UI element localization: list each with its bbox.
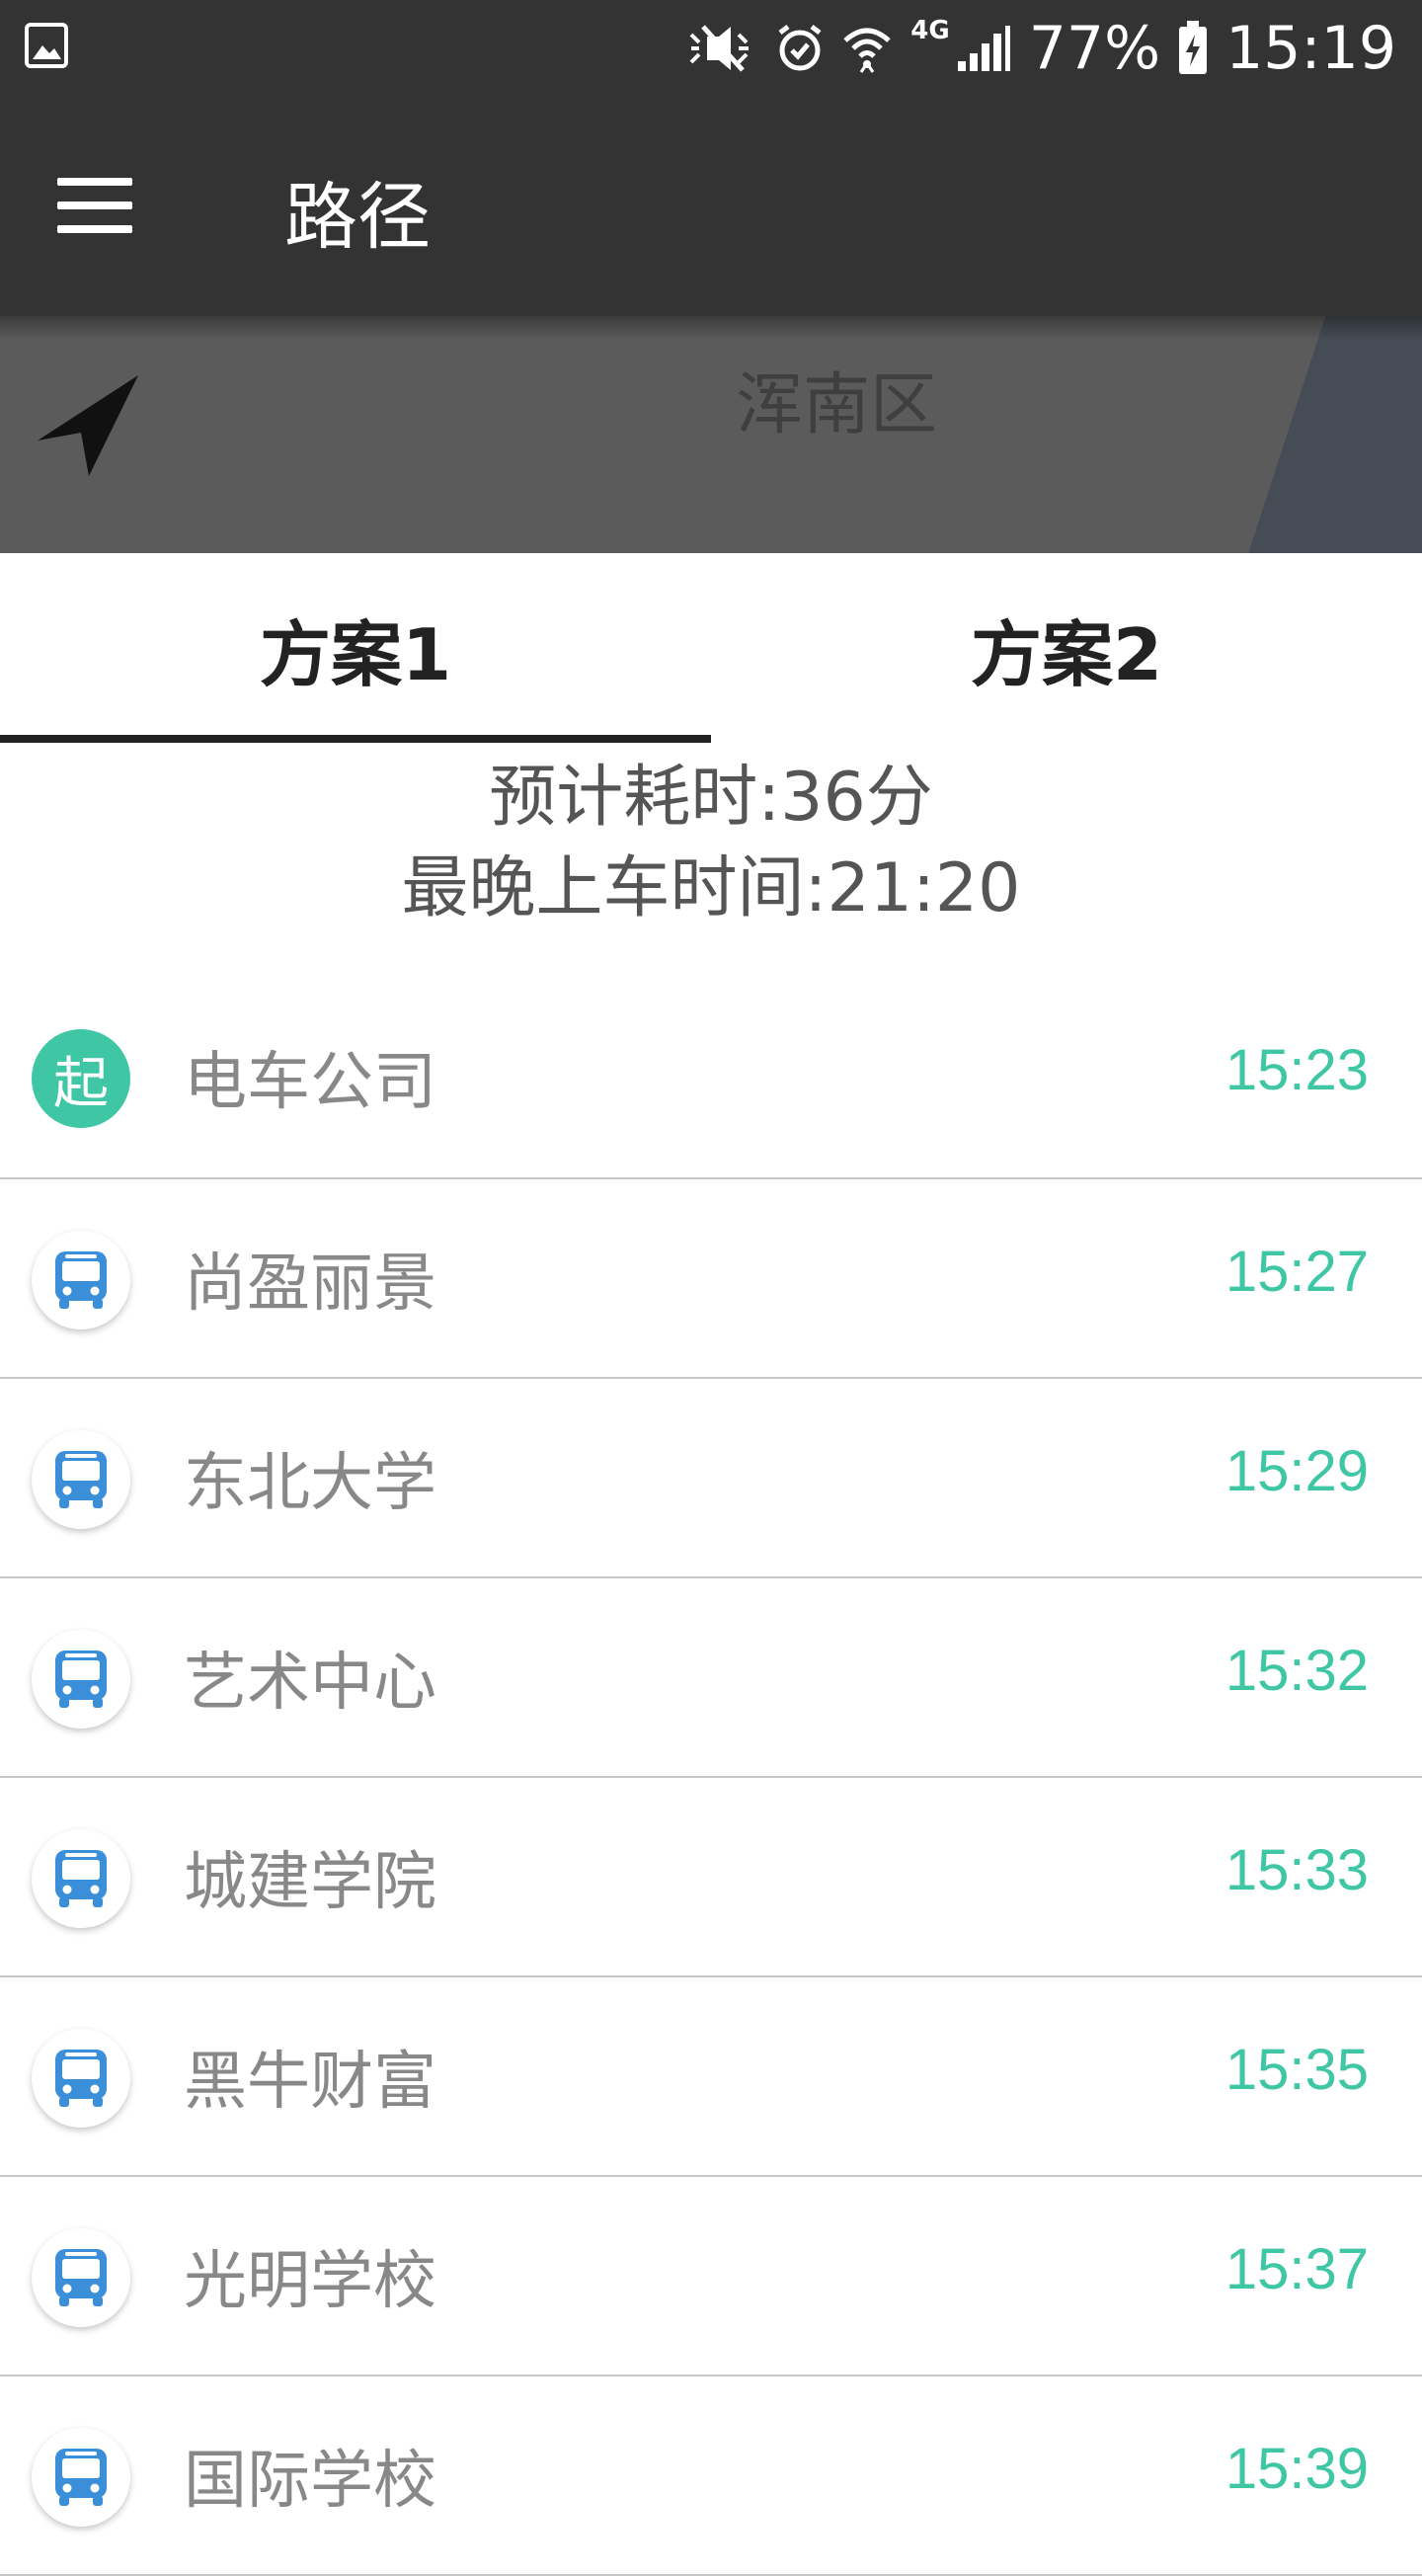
signal-icon (956, 24, 1011, 73)
list-item[interactable]: 东北大学 15:29 (0, 1379, 1422, 1578)
stop-name: 黑牛财富 (184, 2046, 436, 2119)
stop-name: 东北大学 (184, 1447, 436, 1520)
list-item[interactable]: 国际学校 15:39 (0, 2376, 1422, 2576)
list-item[interactable]: 尚盈丽景 15:27 (0, 1179, 1422, 1379)
battery-percent: 77% (1028, 14, 1161, 83)
tab-plan-2[interactable]: 方案2 (711, 553, 1422, 743)
bus-icon (32, 2428, 130, 2527)
stop-time: 15:27 (1224, 1240, 1369, 1304)
bus-icon (32, 1829, 130, 1928)
stop-time: 15:35 (1224, 2038, 1369, 2102)
list-item[interactable]: 黑牛财富 15:35 (0, 1977, 1422, 2177)
stop-name: 电车公司 (184, 1046, 436, 1119)
map-district-label: 浑南区 (736, 366, 938, 444)
app-bar: 路径 (0, 95, 1422, 316)
wifi-icon (841, 23, 893, 74)
status-time: 15:19 (1225, 14, 1396, 83)
bus-icon (32, 1630, 130, 1729)
stop-list: 起 电车公司 15:23 尚盈丽景 15:27 东北大学 15:29 艺术中心 … (0, 978, 1422, 2576)
bus-icon (32, 1430, 130, 1529)
stop-name: 艺术中心 (184, 1647, 436, 1720)
tab-indicator (0, 735, 711, 743)
navigation-arrow-icon[interactable] (34, 371, 142, 484)
stop-name: 国际学校 (184, 2445, 436, 2518)
stop-name: 城建学院 (184, 1846, 436, 1919)
start-icon: 起 (32, 1029, 130, 1128)
network-type: 4G (910, 16, 950, 45)
last-boarding-time: 最晚上车时间:21:20 (401, 849, 1021, 927)
plan-tabs: 方案1 方案2 (0, 553, 1422, 743)
bus-icon (32, 1231, 130, 1329)
status-bar: 4G 77% 15:19 (0, 0, 1422, 95)
page-title: 路径 (284, 175, 431, 260)
list-item[interactable]: 光明学校 15:37 (0, 2177, 1422, 2376)
stop-time: 15:39 (1224, 2437, 1369, 2501)
list-item[interactable]: 起 电车公司 15:23 (0, 978, 1422, 1179)
bus-icon (32, 2029, 130, 2128)
menu-icon[interactable] (57, 178, 132, 233)
map-road (1228, 316, 1422, 553)
bus-icon (32, 2228, 130, 2327)
battery-charging-icon (1178, 21, 1208, 76)
stop-time: 15:29 (1224, 1439, 1369, 1503)
gallery-icon (24, 22, 69, 73)
list-item[interactable]: 艺术中心 15:32 (0, 1578, 1422, 1778)
stop-name: 光明学校 (184, 2245, 436, 2318)
map-view[interactable]: 浑南区 (0, 316, 1422, 553)
stop-time: 15:32 (1224, 1639, 1369, 1703)
alarm-icon (776, 23, 824, 74)
estimated-time: 预计耗时:36分 (489, 759, 933, 837)
stop-time: 15:33 (1224, 1838, 1369, 1902)
list-item[interactable]: 城建学院 15:33 (0, 1778, 1422, 1977)
stop-time: 15:23 (1224, 1038, 1369, 1102)
tab-plan-1[interactable]: 方案1 (0, 553, 711, 743)
stop-time: 15:37 (1224, 2237, 1369, 2301)
route-summary: 预计耗时:36分 最晚上车时间:21:20 (0, 753, 1422, 934)
stop-name: 尚盈丽景 (184, 1248, 436, 1321)
mute-icon (685, 23, 758, 74)
